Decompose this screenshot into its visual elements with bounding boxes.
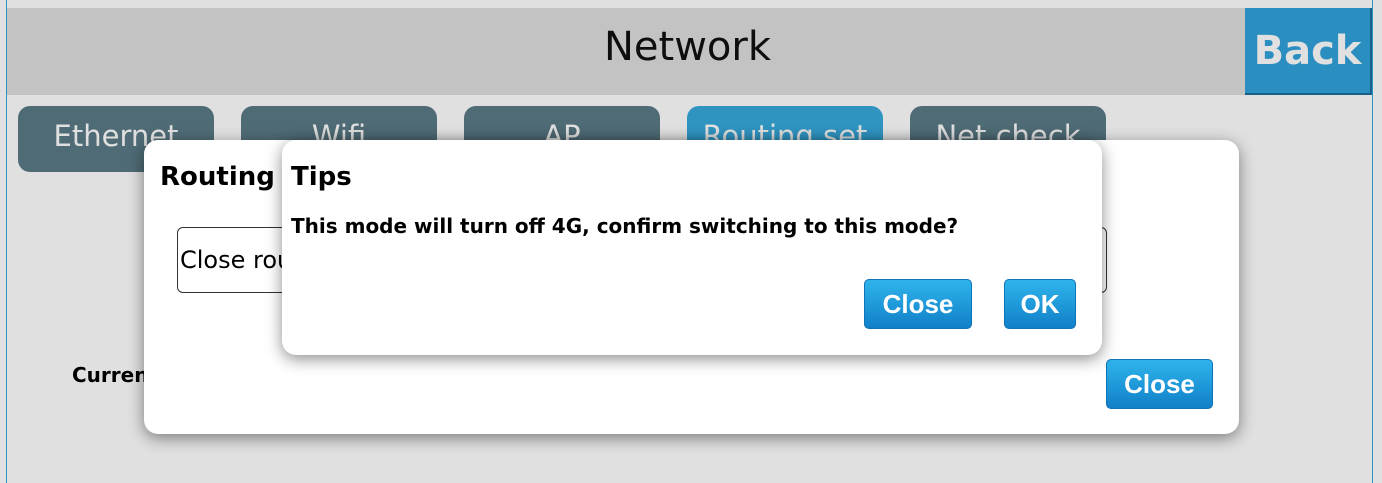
tips-dialog: Tips This mode will turn off 4G, confirm… <box>282 140 1102 355</box>
tips-ok-button[interactable]: OK <box>1004 279 1076 329</box>
tips-dialog-message: This mode will turn off 4G, confirm swit… <box>291 214 959 238</box>
routing-close-button[interactable]: Close <box>1106 359 1213 409</box>
network-page: Network Back Ethernet Wifi AP Routing se… <box>0 0 1382 483</box>
tips-close-button[interactable]: Close <box>864 279 972 329</box>
tips-dialog-title: Tips <box>291 162 352 192</box>
